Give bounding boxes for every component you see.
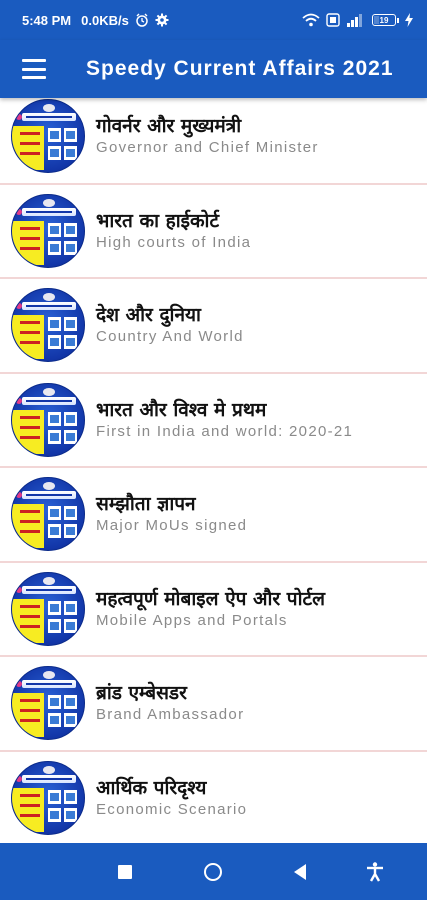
accessibility-icon[interactable]: [347, 843, 403, 900]
item-title-hindi: गोवर्नर और मुख्यमंत्री: [96, 115, 242, 138]
list-item[interactable]: भारत का हाईकोर्ट High courts of India: [0, 184, 427, 279]
recents-icon[interactable]: [97, 843, 153, 900]
book-cover-thumbnail: [11, 382, 85, 457]
battery-level: 19: [379, 15, 389, 25]
wifi-icon: [302, 13, 320, 27]
app-bar: Speedy Current Affairs 2021: [0, 40, 427, 98]
item-title-english: First in India and world: 2020-21: [96, 422, 354, 440]
item-title-english: High courts of India: [96, 233, 252, 251]
item-texts: ब्रांड एम्बेसडर Brand Ambassador: [96, 681, 244, 725]
book-cover-thumbnail: [11, 477, 85, 552]
item-texts: गोवर्नर और मुख्यमंत्री Governor and Chief…: [96, 114, 319, 158]
item-title-hindi: भारत और विश्व मे प्रथम: [96, 398, 267, 421]
status-bar: 5:48 PM 0.0KB/s 19: [0, 0, 427, 40]
item-title-english: Major MoUs signed: [96, 517, 248, 535]
list-item[interactable]: ब्रांड एम्बेसडर Brand Ambassador: [0, 657, 427, 752]
item-texts: आर्थिक परिदृश्य Economic Scenario: [96, 776, 247, 820]
item-title-hindi: ब्रांड एम्बेसडर: [96, 682, 187, 705]
list-item[interactable]: भारत और विश्व मे प्रथम First in India and…: [0, 373, 427, 468]
book-cover-thumbnail: [11, 193, 85, 268]
status-net-speed: 0.0KB/s: [81, 12, 129, 28]
home-icon[interactable]: [185, 843, 241, 900]
item-title-hindi: देश और दुनिया: [96, 304, 201, 327]
battery-icon: 19: [372, 14, 399, 26]
list-item[interactable]: सम्झौता ज्ञापन Major MoUs signed: [0, 468, 427, 563]
item-title-english: Economic Scenario: [96, 800, 248, 818]
book-cover-thumbnail: [11, 571, 85, 646]
topic-list[interactable]: गोवर्नर और मुख्यमंत्री Governor and Chief…: [0, 98, 427, 843]
book-cover-thumbnail: [11, 666, 85, 741]
item-title-hindi: महत्वपूर्ण मोबाइल ऐप और पोर्टल: [96, 587, 325, 610]
signal-icon: [347, 14, 362, 27]
charging-icon: [405, 13, 413, 27]
item-title-english: Governor and Chief Minister: [96, 139, 319, 157]
item-title-hindi: भारत का हाईकोर्ट: [96, 209, 220, 232]
item-title-english: Brand Ambassador: [96, 706, 245, 724]
list-item[interactable]: गोवर्नर और मुख्यमंत्री Governor and Chief…: [0, 98, 427, 185]
item-title-hindi: सम्झौता ज्ञापन: [96, 493, 196, 516]
book-cover-thumbnail: [11, 288, 85, 363]
item-texts: भारत और विश्व मे प्रथम First in India and…: [96, 398, 353, 442]
system-nav-bar: [0, 843, 427, 900]
back-icon[interactable]: [272, 843, 328, 900]
app-title: Speedy Current Affairs 2021: [86, 57, 394, 80]
alarm-icon: [136, 13, 148, 27]
item-title-english: Country And World: [96, 328, 244, 346]
settings-icon: [155, 13, 169, 27]
list-item[interactable]: देश और दुनिया Country And World: [0, 279, 427, 374]
list-item[interactable]: महत्वपूर्ण मोबाइल ऐप और पोर्टल Mobile App…: [0, 562, 427, 657]
data-icon: [326, 13, 340, 27]
list-item[interactable]: आर्थिक परिदृश्य Economic Scenario: [0, 751, 427, 843]
item-title-hindi: आर्थिक परिदृश्य: [96, 776, 207, 799]
book-cover-thumbnail: [11, 760, 85, 835]
item-texts: महत्वपूर्ण मोबाइल ऐप और पोर्टल Mobile App…: [96, 587, 325, 631]
book-cover-thumbnail: [11, 99, 85, 174]
status-time: 5:48 PM: [22, 12, 72, 28]
item-texts: सम्झौता ज्ञापन Major MoUs signed: [96, 492, 247, 536]
item-texts: भारत का हाईकोर्ट High courts of India: [96, 209, 251, 253]
menu-icon[interactable]: [22, 59, 46, 79]
item-title-english: Mobile Apps and Portals: [96, 611, 288, 629]
item-texts: देश और दुनिया Country And World: [96, 303, 244, 347]
